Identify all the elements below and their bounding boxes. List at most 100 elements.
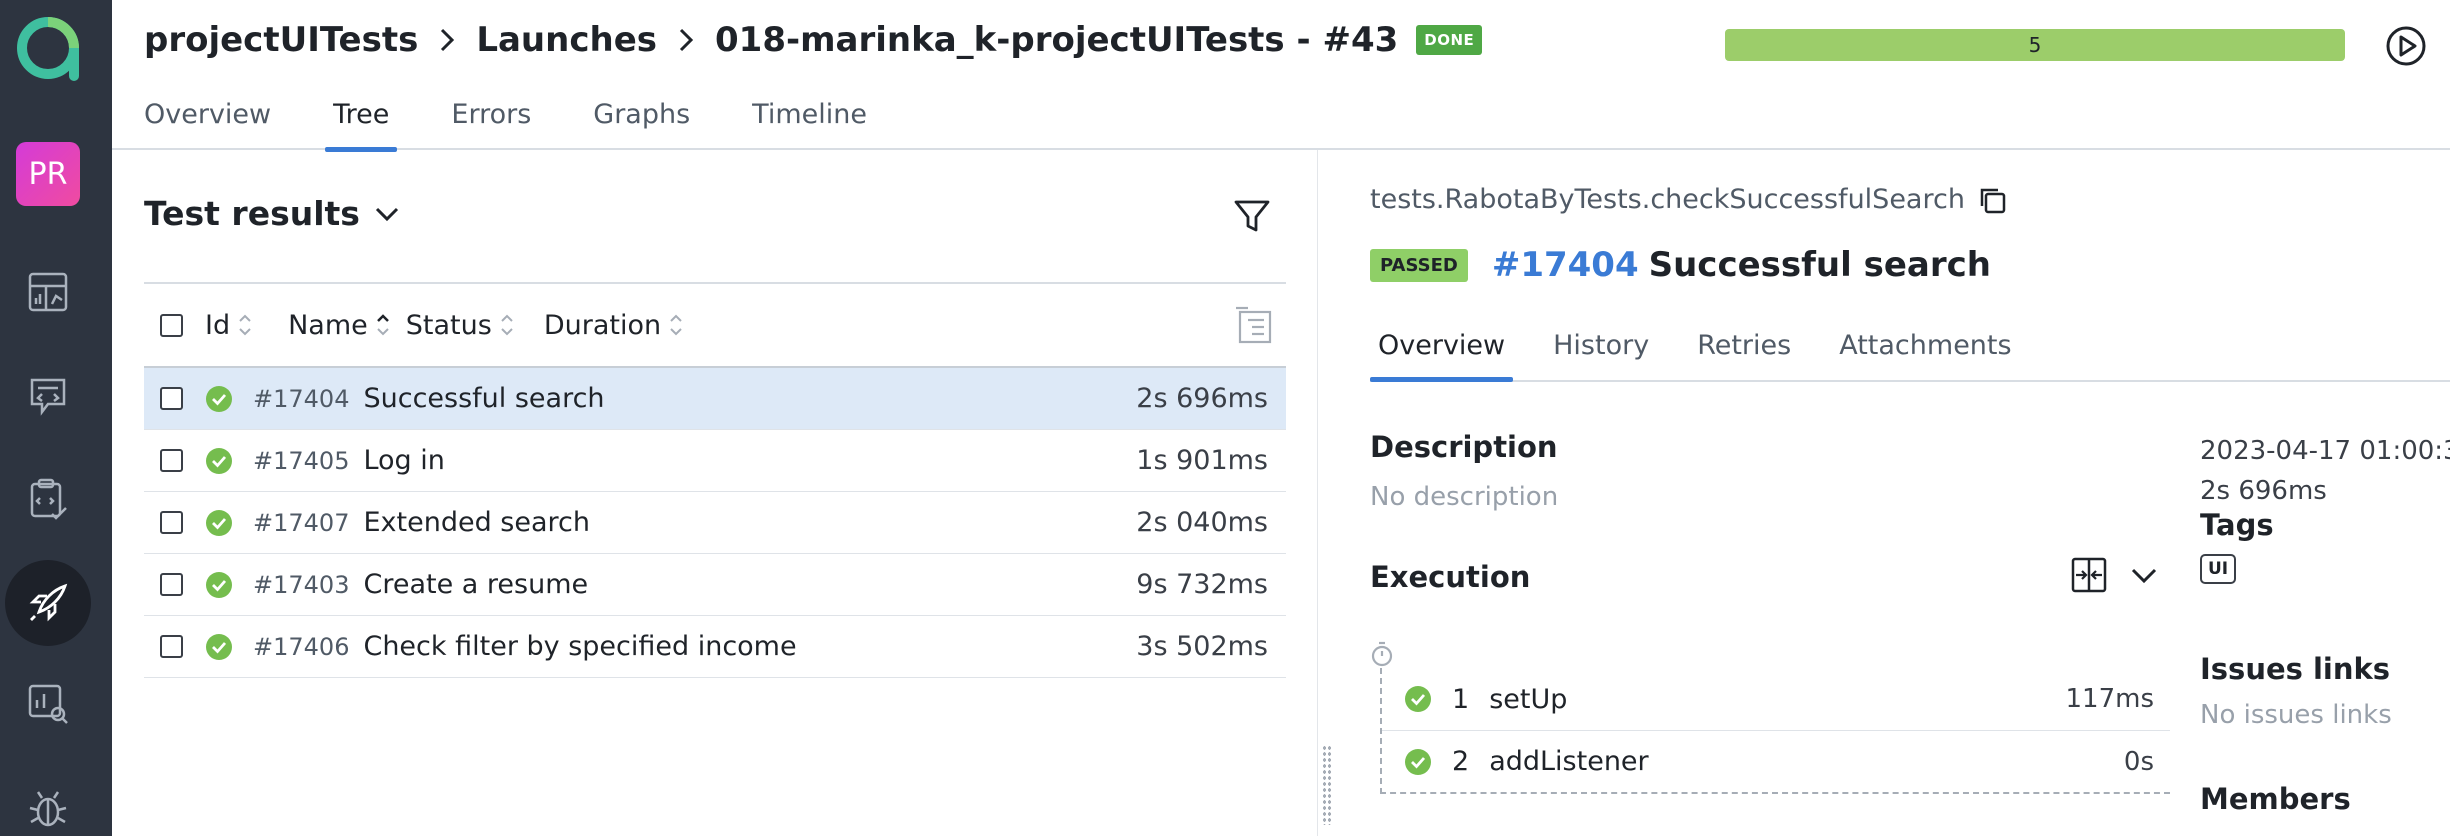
row-id: #17404 [253, 384, 350, 413]
column-status-label: Status [405, 309, 492, 341]
breadcrumb-launches[interactable]: Launches [476, 20, 657, 60]
sort-icon [669, 312, 683, 338]
step-number: 1 [1452, 683, 1470, 715]
tab-tree[interactable]: Tree [325, 95, 398, 152]
tab-attachments[interactable]: Attachments [1831, 330, 2019, 380]
row-duration: 3s 502ms [1136, 631, 1268, 662]
launch-header: projectUITests Launches 018-marinka_k-pr… [112, 0, 2450, 152]
table-row[interactable]: #17404 Successful search 2s 696ms [144, 368, 1286, 430]
table-row[interactable]: #17407 Extended search 2s 040ms [144, 492, 1286, 554]
copy-icon[interactable] [1977, 185, 2007, 215]
column-duration[interactable]: Duration [544, 310, 683, 341]
execution-step[interactable]: 1 setUp 117ms [1382, 668, 2170, 730]
tag-badge[interactable]: UI [2200, 554, 2237, 584]
row-id: #17407 [253, 508, 350, 537]
analytics-icon[interactable] [24, 680, 72, 728]
launch-tabs: Overview Tree Errors Graphs Timeline [144, 95, 929, 152]
test-path-text: tests.RabotaByTests.checkSuccessfulSearc… [1370, 184, 1965, 215]
row-id: #17403 [253, 570, 350, 599]
stopwatch-icon [1371, 641, 1393, 667]
execution-tools [2070, 556, 2158, 594]
members-title: Members [2200, 782, 2351, 816]
tab-graphs[interactable]: Graphs [593, 95, 690, 150]
description-text: No description [1370, 482, 1559, 512]
column-id[interactable]: Id [205, 310, 252, 341]
test-results-pane: Test results Id Name Status Duration #17… [112, 150, 1317, 836]
check-circle-icon [206, 385, 232, 412]
test-results-table: Id Name Status Duration #17404 Successfu… [144, 282, 1286, 678]
project-avatar[interactable]: PR [16, 142, 80, 206]
row-id: #17406 [253, 632, 350, 661]
tab-overview[interactable]: Overview [144, 95, 271, 150]
column-status[interactable]: Status [406, 310, 514, 341]
filter-icon[interactable] [1232, 196, 1272, 236]
row-checkbox[interactable] [160, 511, 183, 534]
row-checkbox[interactable] [160, 635, 183, 658]
column-id-label: Id [205, 309, 231, 341]
tree-view-icon[interactable] [1234, 306, 1274, 346]
breadcrumb: projectUITests Launches 018-marinka_k-pr… [144, 20, 1483, 60]
test-name: Successful search [1648, 245, 1991, 285]
check-circle-icon [206, 509, 232, 536]
allure-logo-icon[interactable] [14, 14, 82, 82]
chevron-right-icon [438, 26, 456, 54]
step-name: addListener [1489, 746, 1649, 777]
row-id: #17405 [253, 446, 350, 475]
step-name: setUp [1489, 683, 1568, 715]
test-status-badge: PASSED [1370, 248, 1468, 282]
dashboard-icon[interactable] [24, 268, 72, 316]
tab-detail-overview[interactable]: Overview [1370, 330, 1514, 382]
row-duration: 2s 696ms [1136, 383, 1268, 414]
defects-icon[interactable] [24, 784, 72, 832]
row-checkbox[interactable] [160, 449, 183, 472]
test-id-link[interactable]: #17404 [1492, 245, 1639, 285]
table-row[interactable]: #17403 Create a resume 9s 732ms [144, 554, 1286, 616]
chevron-right-icon [677, 26, 695, 54]
table-row[interactable]: #17406 Check filter by specified income … [144, 616, 1286, 678]
execution-steps: 1 setUp 117ms 2 addListener 0s [1380, 668, 2170, 794]
test-detail-pane: tests.RabotaByTests.checkSuccessfulSearc… [1318, 150, 2450, 836]
breadcrumb-project[interactable]: projectUITests [144, 20, 418, 60]
breadcrumb-launch-name: 018-marinka_k-projectUITests - #43 [715, 20, 1399, 60]
issues-links-text: No issues links [2200, 700, 2392, 730]
column-duration-label: Duration [543, 309, 662, 341]
tags-title: Tags [2200, 508, 2274, 542]
step-duration: 0s [2123, 746, 2154, 777]
test-results-title[interactable]: Test results [144, 194, 400, 233]
description-title: Description [1370, 430, 1558, 464]
row-name: Extended search [363, 507, 590, 538]
test-title: PASSED #17404 Successful search [1370, 245, 1991, 285]
select-all-checkbox[interactable] [160, 313, 183, 337]
table-row[interactable]: #17405 Log in 1s 901ms [144, 430, 1286, 492]
tab-timeline[interactable]: Timeline [752, 95, 867, 150]
test-results-label: Test results [144, 194, 360, 233]
chevron-down-icon[interactable] [2130, 566, 2158, 584]
launches-icon[interactable] [5, 560, 91, 646]
row-checkbox[interactable] [160, 387, 183, 410]
check-circle-icon [206, 447, 232, 474]
row-name: Log in [363, 445, 445, 476]
row-checkbox[interactable] [160, 573, 183, 596]
play-circle-icon[interactable] [2384, 24, 2428, 68]
test-plans-icon[interactable] [24, 474, 72, 522]
tab-errors[interactable]: Errors [451, 95, 531, 150]
check-circle-icon [1405, 686, 1431, 712]
sort-ascending-icon [376, 312, 390, 338]
column-name[interactable]: Name [288, 310, 390, 341]
check-circle-icon [206, 571, 232, 598]
step-duration: 117ms [2065, 684, 2155, 714]
test-cases-icon[interactable] [24, 372, 72, 420]
check-circle-icon [1405, 748, 1431, 775]
row-name: Check filter by specified income [363, 631, 797, 662]
collapse-steps-icon[interactable] [2070, 556, 2108, 594]
execution-step[interactable]: 2 addListener 0s [1382, 730, 2170, 792]
tab-retries[interactable]: Retries [1689, 330, 1799, 380]
progress-count: 5 [2028, 33, 2042, 57]
row-duration: 1s 901ms [1136, 445, 1268, 476]
launch-progress-bar[interactable]: 5 [1725, 29, 2345, 61]
table-header: Id Name Status Duration [144, 282, 1286, 368]
test-full-path: tests.RabotaByTests.checkSuccessfulSearc… [1370, 184, 2007, 215]
test-date: 2023-04-17 01:00:35 [2200, 436, 2450, 466]
test-duration: 2s 696ms [2200, 476, 2327, 506]
tab-history[interactable]: History [1545, 330, 1657, 380]
